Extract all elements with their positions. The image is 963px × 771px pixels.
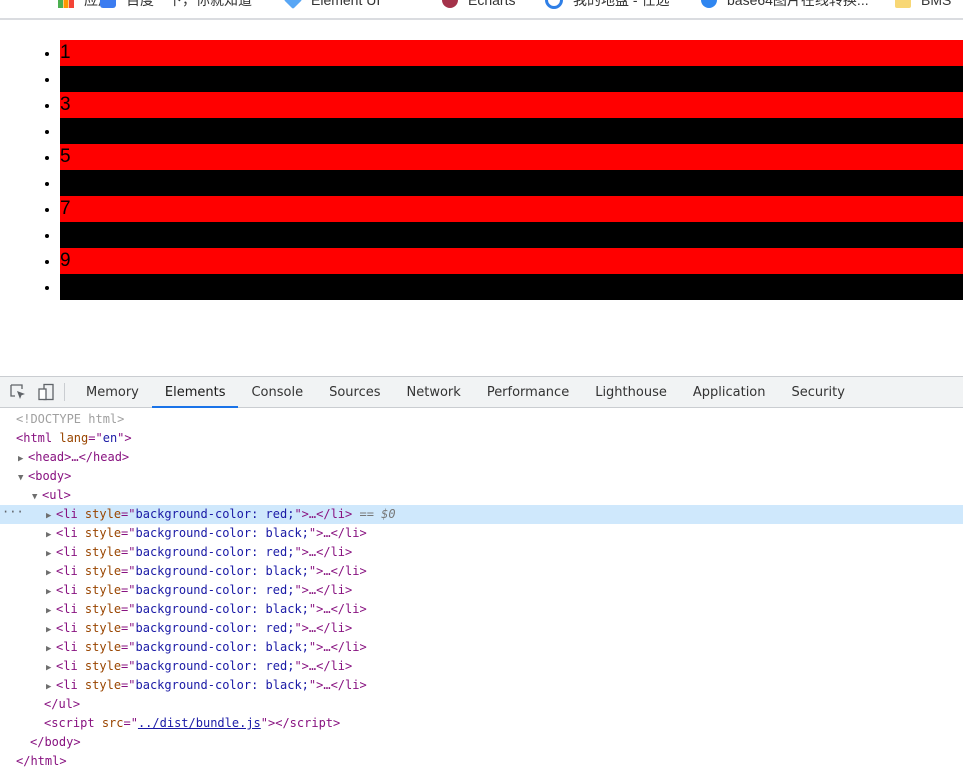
selected-marker: == $0 xyxy=(359,507,396,521)
style-value: background-color: red; xyxy=(135,583,295,597)
device-toolbar-icon[interactable] xyxy=(32,377,60,407)
tab-application[interactable]: Application xyxy=(680,377,779,407)
bookmark-element[interactable]: Element UI xyxy=(283,0,381,10)
inspect-element-icon[interactable] xyxy=(4,377,32,407)
script-node[interactable]: <script src="../dist/bundle.js"></script… xyxy=(0,714,963,733)
li-node[interactable]: ▶ <li style="background-color: black;">…<… xyxy=(0,524,963,543)
li-node[interactable]: ▶ <li style="background-color: black;">…<… xyxy=(0,676,963,695)
li-node[interactable]: ▶ <li style="background-color: red;">…</l… xyxy=(0,581,963,600)
bookmark-base64[interactable]: base64图片在线转换... xyxy=(701,0,869,9)
site-icon xyxy=(545,0,563,9)
bookmark-label: Element UI xyxy=(311,0,381,8)
html-close-tag: </html> xyxy=(16,754,67,768)
bookmark-label: Echarts xyxy=(468,0,516,8)
bookmark-echarts[interactable]: Echarts xyxy=(442,0,515,9)
devtools-panel: Memory Elements Console Sources Network Perfo… xyxy=(0,376,963,768)
list-item xyxy=(60,118,963,144)
style-value: background-color: red; xyxy=(135,545,295,559)
ul-close-node[interactable]: </ul> xyxy=(0,695,963,714)
body-close-node[interactable]: </body> xyxy=(0,733,963,752)
tab-sources[interactable]: Sources xyxy=(316,377,393,407)
style-value: background-color: red; xyxy=(135,507,295,521)
bookmark-label: 百度一下，你就知道 xyxy=(126,0,252,8)
tab-console[interactable]: Console xyxy=(238,377,316,407)
list-item: 3 xyxy=(60,92,963,118)
ul-node[interactable]: ▼ <ul> xyxy=(0,486,963,505)
style-value: background-color: black; xyxy=(135,640,309,654)
list-item xyxy=(60,170,963,196)
ul-close-tag: </ul> xyxy=(44,697,81,711)
apps-icon xyxy=(58,0,74,8)
lang-attr: lang xyxy=(59,431,89,445)
list-item: 9 xyxy=(60,248,963,274)
element-icon xyxy=(283,0,303,10)
striped-list: 1 3 5 7 9 xyxy=(0,40,963,300)
li-node[interactable]: ▶ <li style="background-color: red;">…</l… xyxy=(0,619,963,638)
tab-lighthouse[interactable]: Lighthouse xyxy=(582,377,680,407)
bookmark-mine[interactable]: 我的地盘 - 任选 xyxy=(545,0,669,9)
li-node[interactable]: ▶ <li style="background-color: red;">…</l… xyxy=(0,657,963,676)
li-node[interactable]: ··· ▶ <li style="background-color: red;">…… xyxy=(0,505,963,524)
body-close-tag: </body> xyxy=(30,735,81,749)
ul-tag: <ul> xyxy=(42,488,71,502)
html-close-node[interactable]: </html> xyxy=(0,752,963,771)
tab-memory[interactable]: Memory xyxy=(73,377,152,407)
tab-network[interactable]: Network xyxy=(394,377,474,407)
list-item: 5 xyxy=(60,144,963,170)
list-item xyxy=(60,66,963,92)
lang-value: en xyxy=(102,431,118,445)
baidu-icon xyxy=(100,0,116,8)
style-value: background-color: black; xyxy=(135,526,309,540)
bookmark-label: BMS xyxy=(921,0,952,8)
html-node[interactable]: <html lang="en"> xyxy=(0,429,963,448)
li-node[interactable]: ▶ <li style="background-color: black;">…<… xyxy=(0,638,963,657)
script-src-link[interactable]: ../dist/bundle.js xyxy=(138,716,261,730)
head-tag: <head>…</head> xyxy=(28,450,130,464)
style-value: background-color: black; xyxy=(135,602,309,616)
globe-icon xyxy=(701,0,717,8)
elements-tree: <!DOCTYPE html> <html lang="en"> ▶ <head>… xyxy=(0,408,963,771)
html-tag: <html xyxy=(16,431,53,445)
style-value: background-color: black; xyxy=(135,678,309,692)
style-value: background-color: red; xyxy=(135,621,295,635)
li-node[interactable]: ▶ <li style="background-color: red;">…</l… xyxy=(0,543,963,562)
li-node[interactable]: ▶ <li style="background-color: black;">…<… xyxy=(0,600,963,619)
echarts-icon xyxy=(442,0,458,8)
tab-elements[interactable]: Elements xyxy=(151,377,239,408)
bookmark-bms[interactable]: BMS xyxy=(895,0,951,9)
list-item: 7 xyxy=(60,196,963,222)
devtools-toolbar: Memory Elements Console Sources Network Perfo… xyxy=(0,377,963,408)
list-item: 1 xyxy=(60,40,963,66)
more-options-icon[interactable]: ··· xyxy=(2,503,24,522)
style-value: background-color: red; xyxy=(135,659,295,673)
tab-security[interactable]: Security xyxy=(779,377,858,407)
li-node[interactable]: ▶ <li style="background-color: black;">…<… xyxy=(0,562,963,581)
tab-performance[interactable]: Performance xyxy=(474,377,582,407)
list-item xyxy=(60,222,963,248)
toolbar-divider xyxy=(64,383,65,401)
head-node[interactable]: ▶ <head>…</head> xyxy=(0,448,963,467)
body-tag: <body> xyxy=(28,469,72,483)
doctype-node[interactable]: <!DOCTYPE html> xyxy=(0,410,963,429)
devtools-tabs: Memory Elements Console Sources Network Perfo… xyxy=(73,377,858,408)
body-node[interactable]: ▼ <body> xyxy=(0,467,963,486)
bookmark-baidu[interactable]: 百度一下，你就知道 xyxy=(100,0,252,9)
style-value: background-color: black; xyxy=(135,564,309,578)
folder-icon xyxy=(895,0,911,8)
doctype-text: <!DOCTYPE html> xyxy=(16,412,125,426)
bookmark-label: 我的地盘 - 任选 xyxy=(573,0,670,8)
list-item xyxy=(60,274,963,300)
bookmark-label: base64图片在线转换... xyxy=(727,0,869,8)
bookmarks-bar: 应用 百度一下，你就知道 Element UI Echarts 我的地盘 - 任… xyxy=(0,0,963,20)
